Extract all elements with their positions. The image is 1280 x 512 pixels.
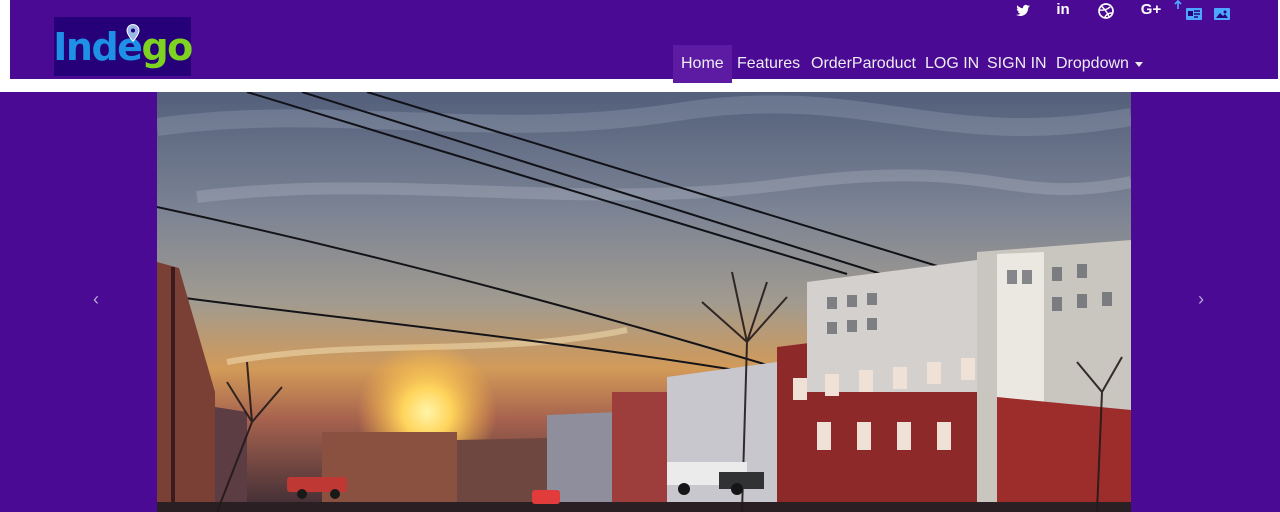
nav-home-label: Home	[681, 55, 724, 72]
chevron-left-icon: ‹	[93, 288, 99, 309]
nav-log-in-label: LOG IN	[925, 55, 980, 72]
arrow-up-icon[interactable]	[1172, 0, 1184, 10]
hero-carousel: ‹ ›	[0, 92, 1280, 512]
carousel-prev-button[interactable]: ‹	[87, 288, 105, 309]
carousel-slide-image	[157, 92, 1131, 512]
twitter-icon[interactable]	[1014, 2, 1032, 20]
brand-text-green: go	[141, 24, 193, 69]
nav-dropdown[interactable]: Dropdown	[1056, 45, 1143, 83]
carousel-next-button[interactable]: ›	[1192, 288, 1210, 309]
linkedin-icon[interactable]: in	[1054, 1, 1072, 19]
header-divider	[0, 84, 1280, 92]
linkedin-label: in	[1056, 1, 1070, 18]
google-plus-icon[interactable]: G+	[1140, 1, 1162, 19]
brand-logo-link[interactable]: Indego	[53, 17, 193, 76]
image-card-icon[interactable]	[1212, 5, 1232, 23]
nav-order-product-label: OrderParoduct	[811, 55, 916, 72]
location-pin-icon	[126, 23, 140, 43]
contact-card-icon[interactable]	[1184, 5, 1204, 23]
chevron-down-icon	[1134, 61, 1143, 67]
nav-dropdown-label: Dropdown	[1056, 55, 1129, 72]
dribbble-icon[interactable]	[1097, 2, 1115, 20]
chevron-right-icon: ›	[1198, 288, 1204, 309]
city-street-photo	[157, 92, 1131, 512]
nav-log-in[interactable]: LOG IN	[925, 45, 979, 83]
brand-logo-text: Indego	[53, 24, 193, 69]
left-header-border	[0, 0, 10, 84]
nav-order-product[interactable]: OrderParoduct	[811, 45, 916, 83]
nav-features[interactable]: Features	[737, 45, 800, 83]
nav-sign-in-label: SIGN IN	[987, 55, 1047, 72]
nav-features-label: Features	[737, 55, 801, 72]
google-plus-label: G+	[1140, 1, 1162, 18]
nav-sign-in[interactable]: SIGN IN	[987, 45, 1047, 83]
nav-home[interactable]: Home	[673, 45, 732, 83]
top-navbar: Indego in G+ Home Features OrderParoduct…	[10, 0, 1278, 84]
